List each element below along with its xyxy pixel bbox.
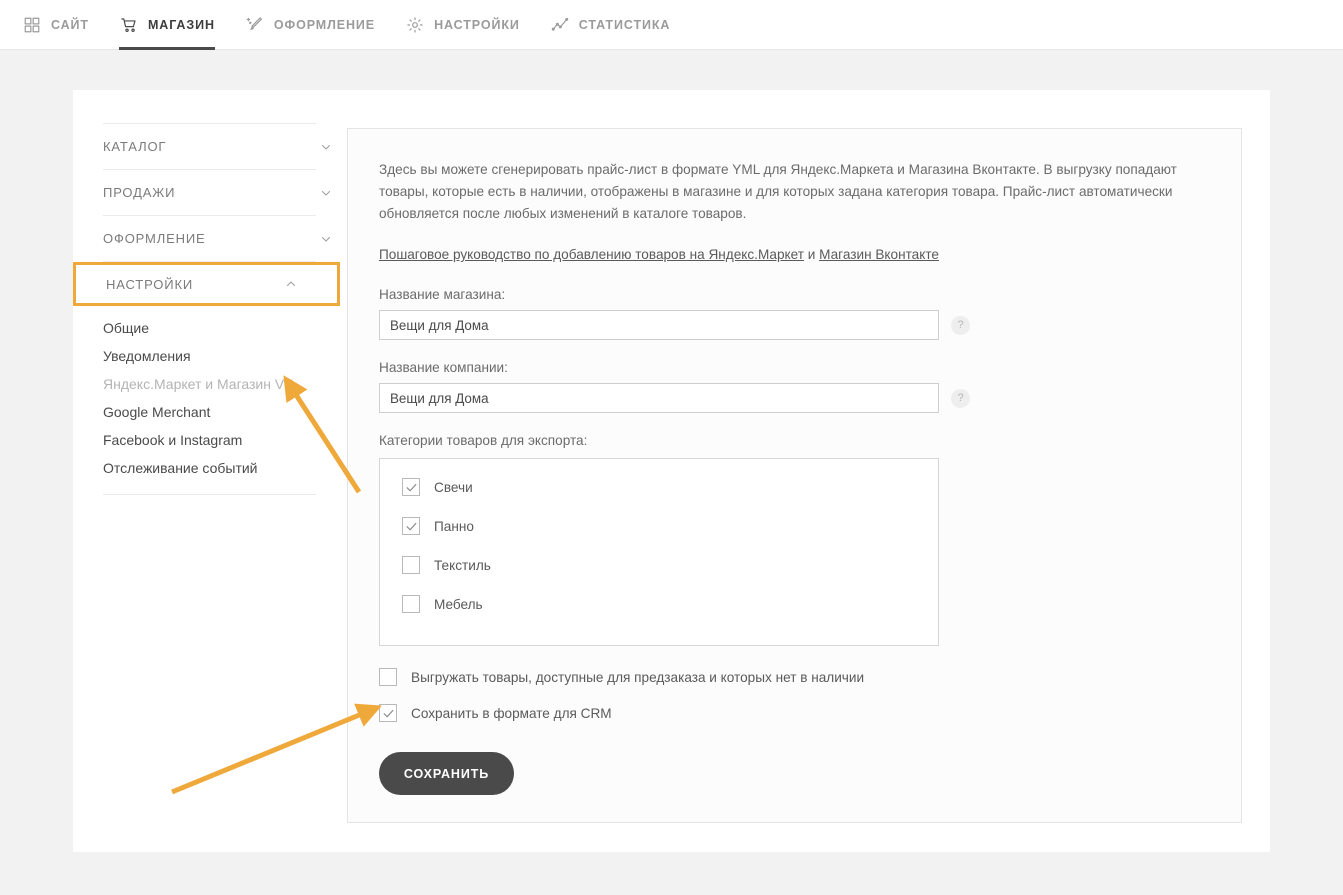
guide-links-row: Пошаговое руководство по добавлению това… [379, 247, 1209, 262]
categories-label: Категории товаров для экспорта: [379, 433, 588, 448]
shop-name-input[interactable] [379, 310, 939, 340]
company-name-row: ? [379, 383, 1209, 413]
nav-item-статистика[interactable]: СТАТИСТИКА [550, 0, 671, 50]
sidebar-group-label: КАТАЛОГ [103, 139, 167, 154]
categories-checkbox-box: Свечи Панно Текстиль Мебель [379, 458, 939, 646]
panel-intro-text: Здесь вы можете сгенерировать прайс-лист… [379, 162, 1177, 221]
sidebar-group-list: КАТАЛОГ ПРОДАЖИ ОФОРМЛЕНИЕ НАСТРОЙКИ [73, 123, 346, 306]
grid-icon [22, 15, 42, 35]
save-button[interactable]: СОХРАНИТЬ [379, 752, 514, 795]
category-row[interactable]: Текстиль [402, 555, 938, 575]
sidebar-subitem[interactable]: Facebook и Instagram [103, 426, 346, 454]
crm-checkbox[interactable] [379, 704, 397, 722]
sidebar-group-каталог[interactable]: КАТАЛОГ [103, 124, 346, 169]
sidebar-group-продажи[interactable]: ПРОДАЖИ [103, 170, 346, 215]
settings-sidebar: КАТАЛОГ ПРОДАЖИ ОФОРМЛЕНИЕ НАСТРОЙКИ Общие У… [73, 123, 346, 495]
category-checkbox[interactable] [402, 517, 420, 535]
nav-item-оформление[interactable]: ОФОРМЛЕНИЕ [245, 0, 375, 50]
category-row[interactable]: Панно [402, 516, 938, 536]
guide-link-vk-shop[interactable]: Магазин Вконтакте [819, 247, 939, 262]
category-checkbox[interactable] [402, 595, 420, 613]
top-nav-items: САЙТ МАГАЗИН ОФОРМЛЕНИЕ НАСТРОЙКИ СТАТИСТИКА [0, 0, 1343, 50]
sidebar-subitem[interactable]: Google Merchant [103, 398, 346, 426]
magic-wand-icon [245, 15, 265, 35]
nav-item-label: НАСТРОЙКИ [434, 18, 520, 32]
category-label: Свечи [434, 479, 473, 495]
sidebar-subitem[interactable]: Яндекс.Маркет и Магазин VK [103, 370, 346, 398]
category-row[interactable]: Мебель [402, 594, 938, 614]
main-content-card: КАТАЛОГ ПРОДАЖИ ОФОРМЛЕНИЕ НАСТРОЙКИ Общие У… [73, 90, 1270, 852]
nav-item-магазин[interactable]: МАГАЗИН [118, 0, 215, 50]
links-conjunction: и [803, 247, 820, 262]
sidebar-group-label: ОФОРМЛЕНИЕ [103, 231, 206, 246]
shop-name-help-icon[interactable]: ? [951, 315, 970, 335]
sidebar-subitem-list: Общие Уведомления Яндекс.Маркет и Магазин … [103, 306, 346, 494]
sidebar-subitem[interactable]: Отслеживание событий [103, 454, 346, 482]
sidebar-group-настройки[interactable]: НАСТРОЙКИ [73, 262, 340, 306]
sidebar-subitem[interactable]: Уведомления [103, 342, 346, 370]
company-name-label: Название компании: [379, 360, 508, 375]
category-label: Панно [434, 518, 474, 534]
chevron-up-icon [285, 278, 297, 290]
sidebar-group-label: ПРОДАЖИ [103, 185, 176, 200]
top-navigation-bar: САЙТ МАГАЗИН ОФОРМЛЕНИЕ НАСТРОЙКИ СТАТИСТИКА [0, 0, 1343, 50]
nav-item-сайт[interactable]: САЙТ [22, 0, 89, 50]
category-label: Мебель [434, 596, 483, 612]
chevron-down-icon [320, 141, 332, 153]
nav-item-настройки[interactable]: НАСТРОЙКИ [405, 0, 520, 50]
option-preorder-row[interactable]: Выгружать товары, доступные для предзака… [379, 668, 1209, 686]
nav-item-label: ОФОРМЛЕНИЕ [273, 18, 376, 32]
sidebar-group-оформление[interactable]: ОФОРМЛЕНИЕ [103, 216, 346, 261]
crm-label: Сохранить в формате для CRM [411, 705, 612, 721]
guide-link-yandex-market[interactable]: Пошаговое руководство по добавлению това… [379, 247, 804, 262]
shop-name-row: ? [379, 310, 1209, 340]
nav-item-label: СТАТИСТИКА [578, 18, 671, 32]
category-row[interactable]: Свечи [402, 477, 938, 497]
shop-name-label: Название магазина: [379, 287, 506, 302]
sidebar-subitem[interactable]: Общие [103, 314, 346, 342]
preorder-checkbox[interactable] [379, 668, 397, 686]
line-chart-icon [550, 15, 570, 35]
company-name-help-icon[interactable]: ? [951, 388, 970, 408]
company-name-input[interactable] [379, 383, 939, 413]
nav-item-label: МАГАЗИН [147, 18, 215, 32]
option-crm-row[interactable]: Сохранить в формате для CRM [379, 704, 1209, 722]
nav-item-label: САЙТ [51, 18, 89, 32]
sidebar-group-label: НАСТРОЙКИ [106, 276, 194, 292]
sidebar-bottom-divider [103, 494, 316, 495]
export-settings-panel: Здесь вы можете сгенерировать прайс-лист… [347, 128, 1242, 823]
category-label: Текстиль [434, 557, 491, 573]
category-checkbox[interactable] [402, 478, 420, 496]
chevron-down-icon [320, 187, 332, 199]
cart-icon [119, 15, 139, 35]
category-checkbox[interactable] [402, 556, 420, 574]
preorder-label: Выгружать товары, доступные для предзака… [411, 669, 865, 685]
gear-icon [405, 15, 425, 35]
chevron-down-icon [320, 233, 332, 245]
